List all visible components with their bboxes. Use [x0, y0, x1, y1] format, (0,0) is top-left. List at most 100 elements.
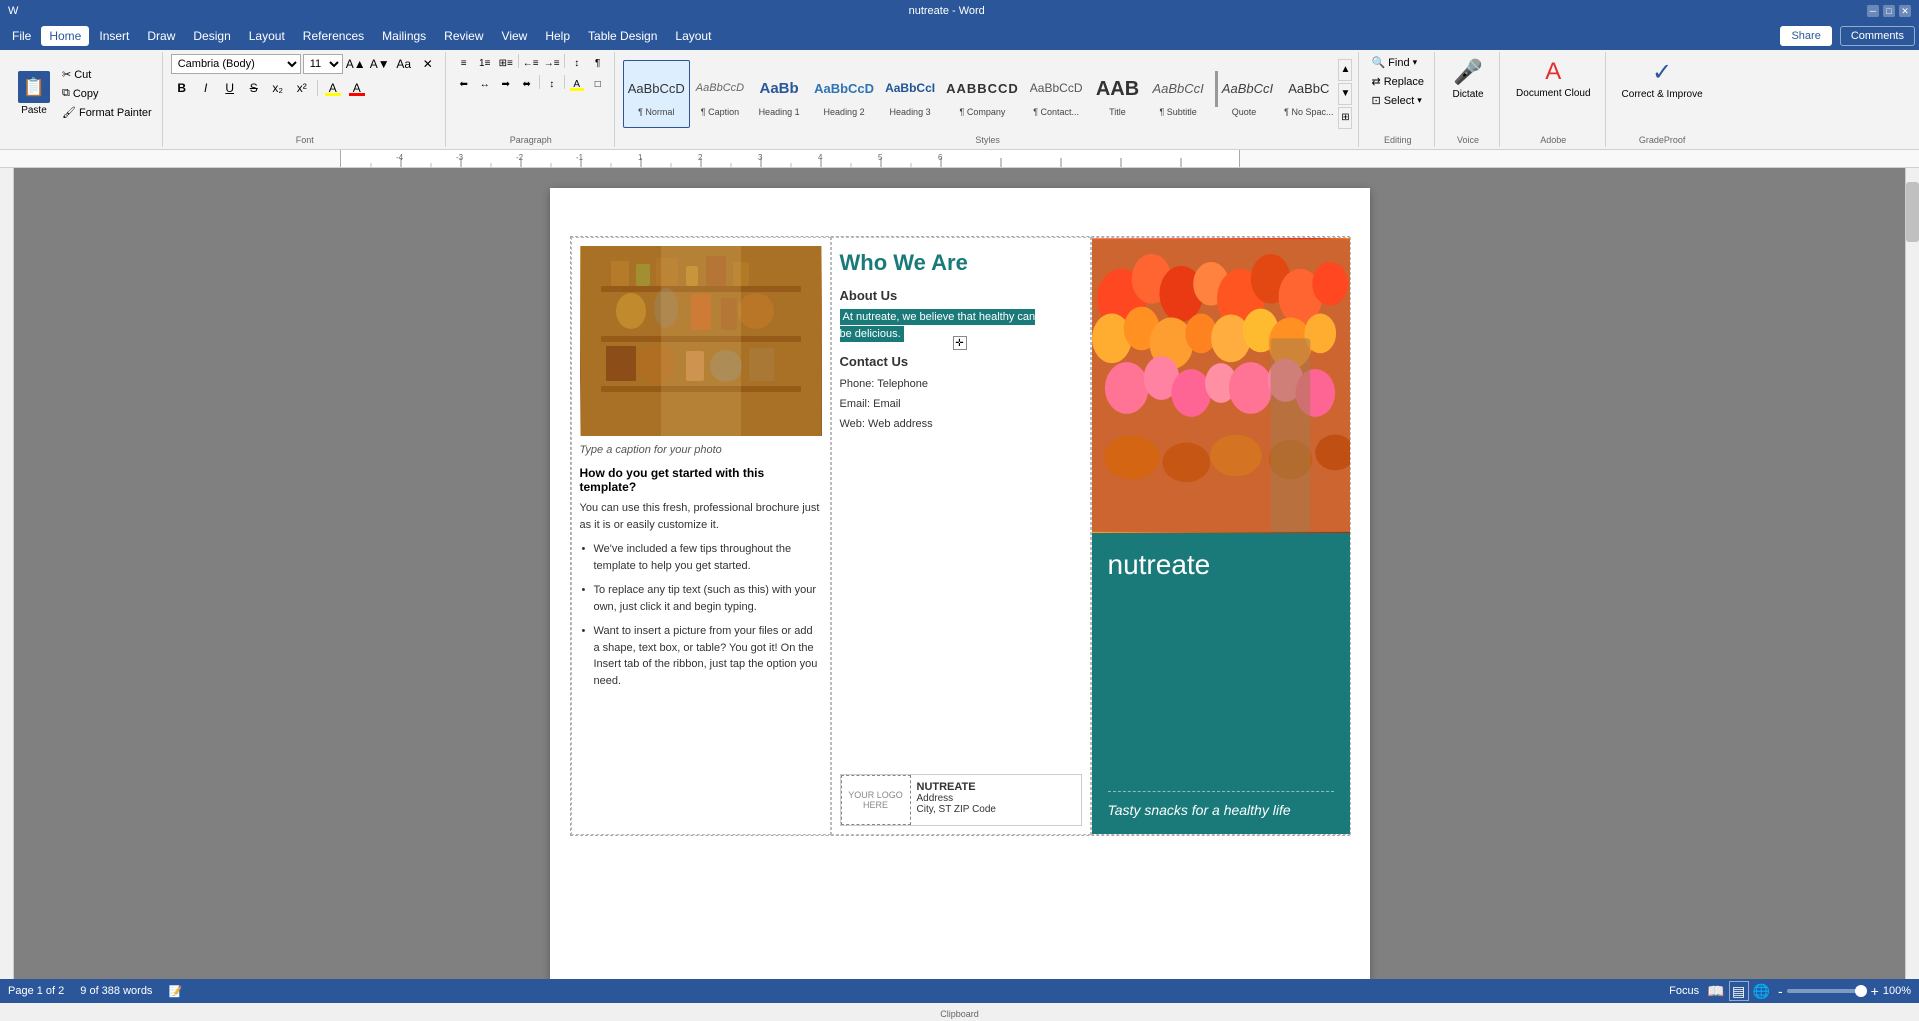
- italic-button[interactable]: I: [195, 78, 217, 98]
- multilevel-list-button[interactable]: ⊞≡: [496, 54, 516, 72]
- styles-group-label: Styles: [975, 133, 1000, 145]
- border-button[interactable]: □: [588, 75, 608, 93]
- replace-label: Replace: [1384, 76, 1424, 88]
- menu-draw[interactable]: Draw: [139, 26, 183, 46]
- format-painter-icon: 🖌: [62, 106, 76, 119]
- cut-button[interactable]: ✂ Cut: [58, 66, 156, 83]
- zoom-in-button[interactable]: +: [1871, 983, 1879, 999]
- show-formatting-button[interactable]: ¶: [588, 54, 608, 72]
- menu-review[interactable]: Review: [436, 26, 491, 46]
- shading-button[interactable]: A: [567, 75, 587, 93]
- numbered-list-button[interactable]: 1≡: [475, 54, 495, 72]
- gradeproof-group-label: GradeProof: [1639, 133, 1686, 145]
- format-painter-button[interactable]: 🖌 Format Painter: [58, 104, 156, 121]
- svg-text:3: 3: [758, 153, 763, 162]
- menu-layout2[interactable]: Layout: [667, 26, 719, 46]
- middle-spacer: [840, 434, 1082, 774]
- paste-button[interactable]: 📋 Paste: [10, 67, 58, 120]
- font-size-select[interactable]: 11: [303, 54, 343, 74]
- bullet-list-button[interactable]: ≡: [454, 54, 474, 72]
- find-button[interactable]: 🔍 Find ▾: [1367, 54, 1421, 71]
- superscript-button[interactable]: x²: [291, 78, 313, 98]
- style-title[interactable]: AAB Title: [1088, 60, 1146, 128]
- increase-font-button[interactable]: A▲: [345, 54, 367, 74]
- dictate-button[interactable]: 🎤 Dictate: [1443, 54, 1493, 104]
- zoom-controls: - + 100%: [1778, 983, 1911, 999]
- style-quote[interactable]: AaBbCcI Quote: [1210, 60, 1278, 128]
- read-view-button[interactable]: 📖: [1707, 981, 1724, 1001]
- style-heading2[interactable]: AaBbCcD Heading 2: [809, 60, 879, 128]
- cut-label: Cut: [74, 69, 91, 81]
- scrollbar-thumb[interactable]: [1906, 182, 1919, 242]
- panel-middle: Who We Are About Us At nutreate, we beli…: [831, 237, 1091, 835]
- menu-file[interactable]: File: [4, 26, 39, 46]
- svg-text:1: 1: [638, 153, 643, 162]
- layout-view-button[interactable]: ▤: [1729, 981, 1749, 1001]
- align-center-button[interactable]: ↔: [475, 75, 495, 93]
- correct-improve-button[interactable]: ✓ Correct & Improve: [1614, 54, 1711, 104]
- style-contact-preview: AaBbCcD: [1030, 71, 1083, 107]
- style-heading1[interactable]: AaBb Heading 1: [750, 60, 808, 128]
- menu-insert[interactable]: Insert: [91, 26, 137, 46]
- bold-button[interactable]: B: [171, 78, 193, 98]
- company-info: NUTREATE Address City, ST ZIP Code: [911, 775, 1002, 825]
- style-caption[interactable]: AaBbCcD ¶ Caption: [691, 60, 749, 128]
- style-normal[interactable]: AaBbCcD ¶ Normal: [623, 60, 690, 128]
- decrease-font-button[interactable]: A▼: [369, 54, 391, 74]
- increase-indent-button[interactable]: →≡: [542, 54, 562, 72]
- styles-scroll-down-button[interactable]: ▼: [1338, 83, 1352, 105]
- word-count: 9 of 388 words: [80, 985, 152, 997]
- text-highlight-button[interactable]: A: [322, 78, 344, 98]
- replace-button[interactable]: ⇄ Replace: [1367, 73, 1428, 90]
- dictate-label: Dictate: [1452, 89, 1483, 100]
- zoom-out-button[interactable]: -: [1778, 983, 1783, 999]
- find-icon: 🔍: [1371, 56, 1385, 69]
- font-name-select[interactable]: Cambria (Body): [171, 54, 301, 74]
- style-heading3[interactable]: AaBbCcI Heading 3: [880, 60, 940, 128]
- share-button[interactable]: Share: [1780, 26, 1831, 46]
- change-case-button[interactable]: Aa: [393, 54, 415, 74]
- subscript-button[interactable]: x₂: [267, 78, 289, 98]
- clear-format-button[interactable]: ✕: [417, 54, 439, 74]
- strikethrough-button[interactable]: S: [243, 78, 265, 98]
- web-view-button[interactable]: 🌐: [1753, 981, 1770, 1001]
- menu-home[interactable]: Home: [41, 26, 89, 46]
- styles-scroll-up-button[interactable]: ▲: [1338, 59, 1352, 81]
- font-color-button[interactable]: A: [346, 78, 368, 98]
- minimize-button[interactable]: ─: [1867, 5, 1879, 17]
- menu-help[interactable]: Help: [537, 26, 578, 46]
- scrollbar-vertical[interactable]: [1905, 168, 1919, 979]
- align-right-button[interactable]: ➡: [496, 75, 516, 93]
- maximize-button[interactable]: □: [1883, 5, 1895, 17]
- about-text-highlighted: At nutreate, we believe that healthy can…: [840, 309, 1036, 342]
- sort-button[interactable]: ↕: [567, 54, 587, 72]
- underline-button[interactable]: U: [219, 78, 241, 98]
- justify-button[interactable]: ⬌: [517, 75, 537, 93]
- ruler-inner: -4 -3 -2 -1 1 2 3 4 5 6: [340, 150, 1240, 167]
- select-button[interactable]: ⊡ Select ▾: [1367, 92, 1425, 109]
- about-heading: About Us: [840, 288, 1082, 303]
- style-no-spacing[interactable]: AaBbC ¶ No Spac...: [1279, 60, 1338, 128]
- menu-mailings[interactable]: Mailings: [374, 26, 434, 46]
- find-label: Find: [1388, 57, 1409, 69]
- style-subtitle[interactable]: AaBbCcI ¶ Subtitle: [1147, 60, 1208, 128]
- styles-more-button[interactable]: ⊞: [1338, 107, 1352, 129]
- style-company[interactable]: AABBCCD ¶ Company: [941, 60, 1024, 128]
- menu-references[interactable]: References: [295, 26, 372, 46]
- line-spacing-button[interactable]: ↕: [542, 75, 562, 93]
- comments-button[interactable]: Comments: [1840, 26, 1915, 46]
- menu-design[interactable]: Design: [185, 26, 238, 46]
- document-cloud-button[interactable]: A Document Cloud: [1508, 54, 1598, 103]
- style-contact[interactable]: AaBbCcD ¶ Contact...: [1025, 60, 1088, 128]
- replace-icon: ⇄: [1371, 75, 1380, 88]
- decrease-indent-button[interactable]: ←≡: [521, 54, 541, 72]
- close-button[interactable]: ✕: [1899, 5, 1911, 17]
- document-scroll[interactable]: ✛: [14, 168, 1905, 979]
- align-left-button[interactable]: ⬅: [454, 75, 474, 93]
- zoom-slider[interactable]: [1787, 989, 1867, 993]
- menu-table-design[interactable]: Table Design: [580, 26, 665, 46]
- focus-button[interactable]: Focus: [1669, 985, 1699, 997]
- menu-view[interactable]: View: [494, 26, 536, 46]
- copy-button[interactable]: ⧉ Copy: [58, 85, 156, 102]
- menu-layout[interactable]: Layout: [241, 26, 293, 46]
